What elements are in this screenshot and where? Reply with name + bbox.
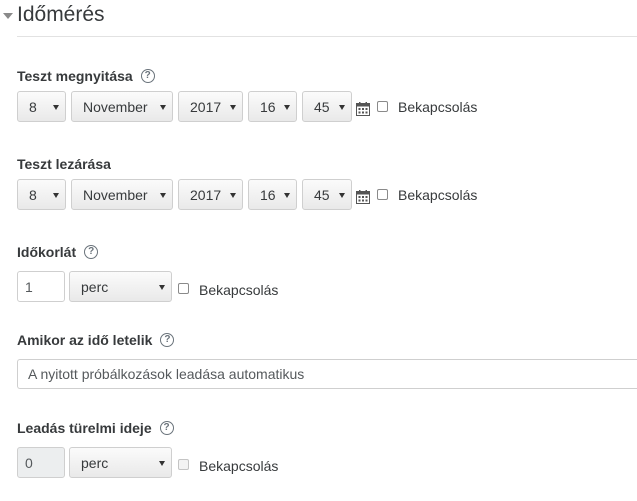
close-month-select[interactable]: November — [71, 179, 173, 210]
chevron-down-icon — [230, 105, 236, 110]
chevron-down-icon — [53, 193, 59, 198]
chevron-down-icon — [159, 285, 165, 290]
help-icon[interactable]: ? — [84, 245, 99, 259]
calendar-icon[interactable] — [356, 102, 370, 116]
help-icon[interactable]: ? — [160, 333, 175, 347]
chevron-down-icon — [284, 105, 290, 110]
open-year-select[interactable]: 2017 — [178, 91, 243, 122]
open-minute-select[interactable]: 45 — [302, 91, 352, 122]
close-quiz-label: Teszt lezárása — [17, 156, 111, 172]
time-limit-label: Időkorlát — [17, 244, 77, 260]
open-quiz-label: Teszt megnyitása — [17, 68, 133, 84]
grace-period-unit-select[interactable]: perc — [69, 447, 172, 478]
time-limit-enable-checkbox[interactable] — [178, 283, 189, 294]
grace-period-enable-checkbox[interactable] — [178, 459, 189, 470]
chevron-down-icon — [160, 105, 166, 110]
close-day-select[interactable]: 8 — [17, 179, 66, 210]
chevron-down-icon — [159, 461, 165, 466]
open-day-select[interactable]: 8 — [17, 91, 66, 122]
time-limit-enable-label[interactable]: Bekapcsolás — [199, 282, 278, 298]
help-icon[interactable]: ? — [159, 421, 174, 435]
open-month-select[interactable]: November — [71, 91, 173, 122]
help-icon[interactable]: ? — [140, 69, 155, 83]
section-title: Időmérés — [17, 3, 105, 26]
open-hour-select[interactable]: 16 — [248, 91, 297, 122]
close-hour-select[interactable]: 16 — [248, 179, 297, 210]
chevron-down-icon — [53, 105, 59, 110]
chevron-down-icon — [339, 105, 345, 110]
time-limit-unit-select[interactable]: perc — [69, 271, 172, 302]
section-divider — [17, 36, 637, 37]
collapse-triangle-icon[interactable] — [3, 13, 13, 19]
overdue-handling-select[interactable]: A nyitott próbálkozások leadása automati… — [17, 359, 637, 389]
chevron-down-icon — [160, 193, 166, 198]
chevron-down-icon — [230, 193, 236, 198]
grace-period-input[interactable]: 0 — [17, 447, 65, 478]
close-enable-label[interactable]: Bekapcsolás — [398, 187, 477, 203]
timing-section-header[interactable]: Időmérés — [0, 0, 637, 37]
grace-period-label: Leadás türelmi ideje — [17, 420, 152, 436]
time-limit-input[interactable]: 1 — [17, 271, 65, 302]
close-enable-checkbox[interactable] — [377, 189, 388, 200]
open-enable-checkbox[interactable] — [377, 101, 388, 112]
chevron-down-icon — [339, 193, 345, 198]
close-minute-select[interactable]: 45 — [302, 179, 352, 210]
grace-period-enable-label[interactable]: Bekapcsolás — [199, 458, 278, 474]
chevron-down-icon — [284, 193, 290, 198]
open-enable-label[interactable]: Bekapcsolás — [398, 99, 477, 115]
close-year-select[interactable]: 2017 — [178, 179, 243, 210]
calendar-icon[interactable] — [356, 190, 370, 204]
overdue-handling-label: Amikor az idő letelik — [17, 332, 153, 348]
